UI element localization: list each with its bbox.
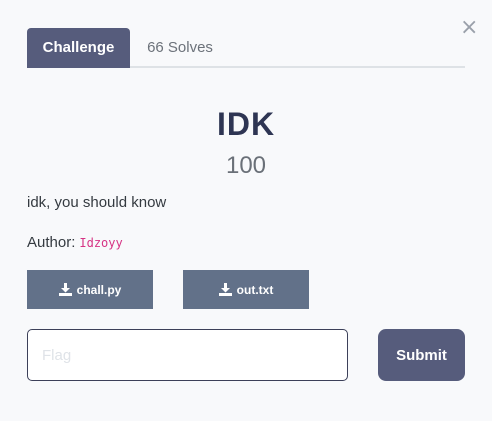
challenge-description: idk, you should know <box>27 194 167 211</box>
submit-button[interactable]: Submit <box>378 329 465 381</box>
file-download-button-chall-py[interactable]: chall.py <box>27 270 153 309</box>
download-icon <box>58 283 72 296</box>
challenge-points: 100 <box>225 152 267 179</box>
download-icon <box>218 283 232 296</box>
challenge-author: Author: Idzoyy <box>27 234 123 252</box>
file-download-button-out-txt[interactable]: out.txt <box>183 270 309 309</box>
challenge-modal: × Challenge 66 Solves IDK 100 idk, you s… <box>0 0 492 421</box>
file-label: out.txt <box>236 282 274 297</box>
tab-challenge[interactable]: Challenge <box>27 28 130 68</box>
author-name: Idzoyy <box>79 236 123 250</box>
challenge-title: IDK <box>216 106 276 142</box>
author-label: Author: <box>27 234 76 251</box>
flag-input[interactable] <box>27 329 348 381</box>
challenge-tabs: Challenge 66 Solves <box>27 28 465 68</box>
file-label: chall.py <box>76 282 122 297</box>
tab-solves[interactable]: 66 Solves <box>130 28 230 68</box>
